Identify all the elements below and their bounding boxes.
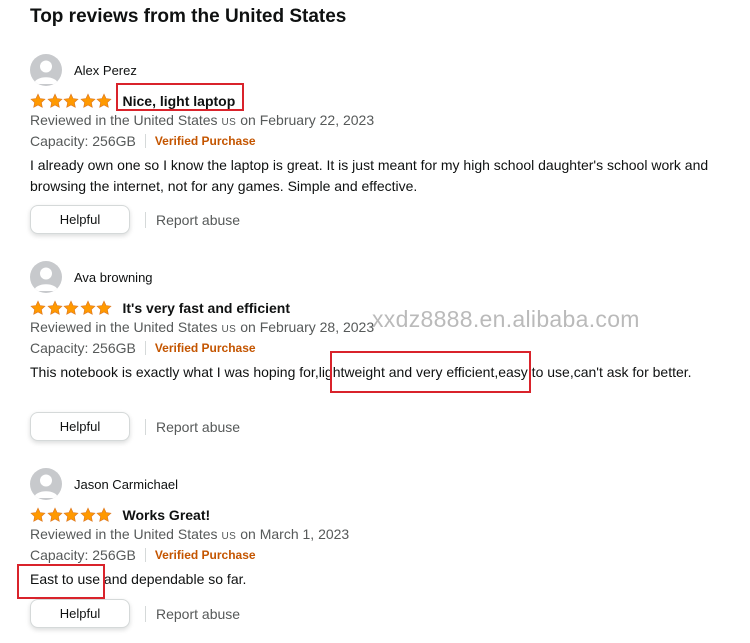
- capacity-label[interactable]: Capacity: 256GB: [30, 547, 136, 563]
- verified-purchase-badge: Verified Purchase: [154, 548, 256, 562]
- review-meta: Capacity: 256GB Verified Purchase: [30, 133, 256, 149]
- review-date: Reviewed in the United States US on Febr…: [30, 112, 374, 128]
- verified-purchase-badge: Verified Purchase: [154, 341, 256, 355]
- helpful-button[interactable]: Helpful: [30, 599, 130, 628]
- reviewer-profile[interactable]: Alex Perez: [30, 54, 137, 86]
- review-actions: Helpful Report abuse: [30, 412, 240, 441]
- review-date-suffix: on March 1, 2023: [240, 526, 350, 542]
- review-body: This notebook is exactly what I was hopi…: [30, 364, 692, 380]
- review-date-prefix: Reviewed in the United States: [30, 319, 218, 335]
- star-icon: [30, 300, 46, 315]
- capacity-label[interactable]: Capacity: 256GB: [30, 340, 136, 356]
- star-icon: [79, 300, 96, 315]
- star-icon: [30, 507, 46, 522]
- default-avatar-icon: [30, 468, 62, 500]
- reviewer-profile[interactable]: Jason Carmichael: [30, 468, 178, 500]
- star-icon: [79, 93, 96, 108]
- action-divider: [145, 418, 146, 435]
- star-icon: [63, 93, 79, 108]
- review-date-suffix: on February 22, 2023: [240, 112, 375, 128]
- review-actions: Helpful Report abuse: [30, 205, 240, 234]
- review-date-suffix: on February 28, 2023: [240, 319, 375, 335]
- review-body: East to use and dependable so far.: [30, 571, 247, 587]
- country-code: US: [221, 117, 237, 128]
- review-meta: Capacity: 256GB Verified Purchase: [30, 547, 256, 563]
- review-actions: Helpful Report abuse: [30, 599, 240, 628]
- review-card: Alex Perez Nice, light laptop Reviewed i…: [30, 54, 730, 239]
- star-icon: [46, 300, 63, 315]
- reviewer-name: Jason Carmichael: [74, 476, 179, 492]
- meta-divider: [144, 341, 146, 355]
- review-meta: Capacity: 256GB Verified Purchase: [30, 340, 256, 356]
- rating-row: Nice, light laptop: [30, 90, 235, 112]
- meta-divider: [144, 134, 146, 148]
- verified-purchase-badge: Verified Purchase: [154, 134, 256, 148]
- star-icon: [63, 507, 79, 522]
- review-date-prefix: Reviewed in the United States: [30, 112, 218, 128]
- country-code: US: [221, 324, 237, 335]
- reviewer-profile[interactable]: Ava browning: [30, 261, 153, 293]
- reviewer-name: Alex Perez: [74, 62, 137, 78]
- rating-row: It's very fast and efficient: [30, 297, 290, 319]
- default-avatar-icon: [30, 54, 62, 86]
- report-abuse-link[interactable]: Report abuse: [156, 419, 240, 435]
- review-date: Reviewed in the United States US on Febr…: [30, 319, 374, 335]
- star-icon: [79, 507, 96, 522]
- star-icon: [46, 93, 63, 108]
- star-icon: [96, 300, 112, 315]
- review-body: I already own one so I know the laptop i…: [30, 157, 709, 194]
- review-card: Ava browning It's very fast and efficien…: [30, 261, 730, 446]
- report-abuse-link[interactable]: Report abuse: [156, 212, 240, 228]
- reviewer-name: Ava browning: [74, 269, 153, 285]
- review-date: Reviewed in the United States US on Marc…: [30, 526, 349, 542]
- star-rating[interactable]: [30, 300, 113, 316]
- capacity-label[interactable]: Capacity: 256GB: [30, 133, 136, 149]
- star-rating[interactable]: [30, 507, 113, 523]
- star-icon: [96, 93, 112, 108]
- review-title[interactable]: It's very fast and efficient: [123, 300, 291, 316]
- default-avatar-icon: [30, 261, 62, 293]
- helpful-button[interactable]: Helpful: [30, 205, 130, 234]
- star-rating[interactable]: [30, 93, 113, 109]
- star-icon: [30, 93, 46, 108]
- meta-divider: [144, 548, 146, 562]
- star-icon: [46, 507, 63, 522]
- report-abuse-link[interactable]: Report abuse: [156, 606, 240, 622]
- helpful-button[interactable]: Helpful: [30, 412, 130, 441]
- review-title[interactable]: Nice, light laptop: [123, 93, 236, 109]
- review-card: Jason Carmichael Works Great! Reviewed i…: [30, 468, 730, 638]
- page-title: Top reviews from the United States: [30, 6, 347, 27]
- action-divider: [145, 605, 146, 622]
- country-code: US: [221, 531, 237, 542]
- star-icon: [96, 507, 112, 522]
- rating-row: Works Great!: [30, 504, 210, 526]
- review-date-prefix: Reviewed in the United States: [30, 526, 218, 542]
- review-title[interactable]: Works Great!: [123, 507, 211, 523]
- star-icon: [63, 300, 79, 315]
- action-divider: [145, 211, 146, 228]
